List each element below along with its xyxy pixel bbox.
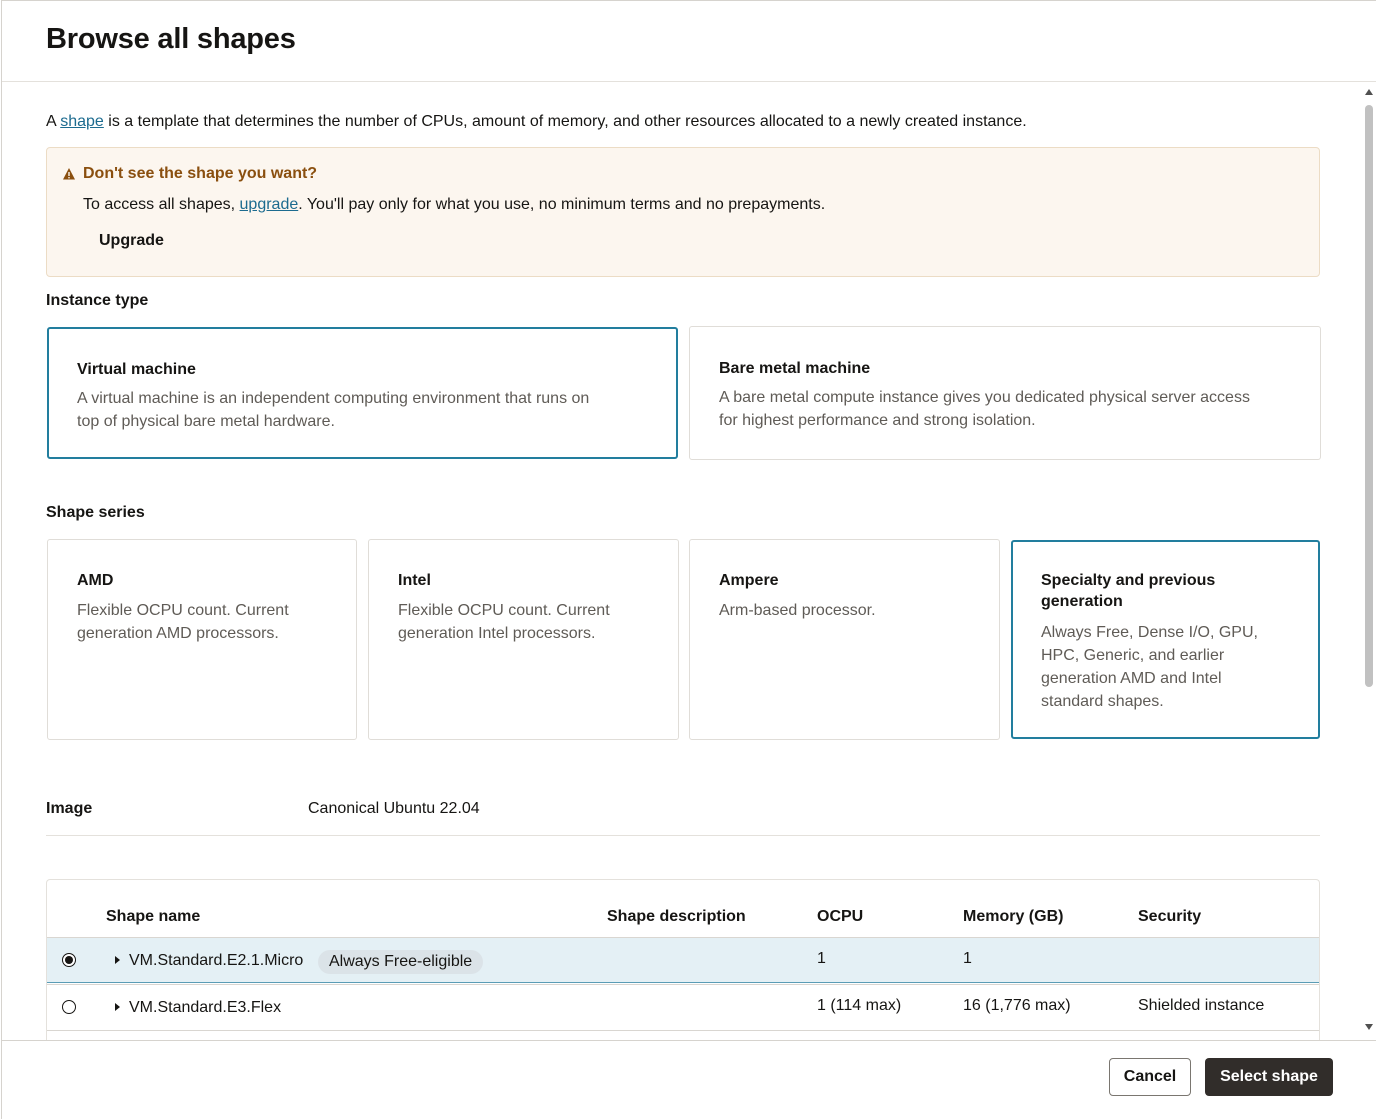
select-shape-button[interactable]: Select shape bbox=[1205, 1058, 1333, 1096]
card-description-line4: standard shapes. bbox=[1041, 693, 1164, 710]
security-cell: Shielded instance bbox=[1138, 997, 1265, 1014]
instance-type-label: Instance type bbox=[46, 292, 149, 309]
scrollbar-thumb[interactable] bbox=[1365, 105, 1373, 687]
column-header-shape-description[interactable]: Shape description bbox=[607, 908, 746, 926]
card-description-line2: for highest performance and strong isola… bbox=[719, 412, 1036, 429]
panel-footer: Cancel Select shape bbox=[2, 1040, 1376, 1120]
warning-text-suffix: . You'll pay only for what you use, no m… bbox=[298, 196, 826, 213]
image-value: Canonical Ubuntu 22.04 bbox=[308, 800, 480, 817]
shape-series-card-ampere[interactable]: Ampere Arm-based processor. bbox=[689, 539, 1000, 740]
row-radio-button[interactable] bbox=[62, 1000, 76, 1014]
instance-type-card-virtual-machine[interactable]: Virtual machine A virtual machine is an … bbox=[47, 327, 678, 459]
page-title: Browse all shapes bbox=[46, 23, 296, 55]
card-title: AMD bbox=[77, 572, 114, 589]
memory-cell: 16 (1,776 max) bbox=[963, 997, 1071, 1014]
column-header-ocpu[interactable]: OCPU bbox=[817, 908, 863, 926]
browse-shapes-panel: Browse all shapes A shape is a template … bbox=[1, 0, 1376, 1120]
table-row[interactable]: VM.Standard.E3.Flex 1 (114 max) 16 (1,77… bbox=[47, 984, 1319, 1030]
expand-row-icon[interactable] bbox=[115, 1003, 120, 1011]
row-radio-button[interactable] bbox=[62, 953, 76, 967]
intro-suffix: is a template that determines the number… bbox=[103, 113, 1027, 130]
scroll-up-arrow-icon[interactable] bbox=[1365, 89, 1373, 95]
column-header-shape-name[interactable]: Shape name bbox=[106, 908, 200, 926]
column-header-security[interactable]: Security bbox=[1138, 908, 1201, 926]
warning-triangle-icon bbox=[63, 168, 75, 180]
table-row[interactable]: VM.Standard.E2.1.Micro Always Free-eligi… bbox=[47, 937, 1319, 983]
card-description-line3: generation AMD and Intel bbox=[1041, 670, 1222, 687]
card-title: Bare metal machine bbox=[719, 360, 871, 377]
vertical-scrollbar[interactable] bbox=[1362, 87, 1376, 1035]
upgrade-link[interactable]: upgrade bbox=[240, 196, 299, 213]
image-label: Image bbox=[46, 800, 93, 817]
card-title: Intel bbox=[398, 572, 431, 589]
scroll-down-arrow-icon[interactable] bbox=[1365, 1024, 1373, 1030]
column-header-memory[interactable]: Memory (GB) bbox=[963, 908, 1063, 926]
upgrade-warning-banner: Don't see the shape you want? To access … bbox=[46, 147, 1320, 277]
card-description-line1: A bare metal compute instance gives you … bbox=[719, 389, 1250, 406]
always-free-badge: Always Free-eligible bbox=[318, 950, 484, 974]
intro-text: A shape is a template that determines th… bbox=[46, 113, 1027, 131]
card-description-line2: generation AMD processors. bbox=[77, 625, 279, 642]
upgrade-button[interactable]: Upgrade bbox=[87, 228, 176, 254]
shape-series-card-amd[interactable]: AMD Flexible OCPU count. Current generat… bbox=[47, 539, 357, 740]
expand-row-icon[interactable] bbox=[115, 956, 120, 964]
shape-series-card-intel[interactable]: Intel Flexible OCPU count. Current gener… bbox=[368, 539, 679, 740]
card-description-line2: generation Intel processors. bbox=[398, 625, 596, 642]
shape-name-cell: VM.Standard.E2.1.Micro bbox=[129, 952, 304, 969]
ocpu-cell: 1 bbox=[817, 950, 826, 967]
shape-series-card-specialty[interactable]: Specialty and previous generation Always… bbox=[1011, 540, 1320, 739]
card-description-line1: Arm-based processor. bbox=[719, 602, 876, 619]
card-title: Ampere bbox=[719, 572, 779, 589]
warning-title: Don't see the shape you want? bbox=[83, 165, 318, 182]
card-description-line2: top of physical bare metal hardware. bbox=[77, 413, 335, 430]
ocpu-cell: 1 (114 max) bbox=[817, 997, 902, 1014]
table-row-partial[interactable] bbox=[47, 1030, 1319, 1040]
shape-help-link[interactable]: shape bbox=[60, 113, 104, 130]
image-summary-row: Image Canonical Ubuntu 22.04 bbox=[46, 792, 1320, 836]
shape-series-label: Shape series bbox=[46, 504, 145, 521]
warning-text: To access all shapes, upgrade. You'll pa… bbox=[83, 196, 825, 214]
warning-text-prefix: To access all shapes, bbox=[83, 196, 240, 213]
card-description-line1: Flexible OCPU count. Current bbox=[398, 602, 610, 619]
shapes-table: Shape name Shape description OCPU Memory… bbox=[46, 879, 1320, 1040]
panel-header: Browse all shapes bbox=[2, 1, 1376, 82]
card-title-line2: generation bbox=[1041, 593, 1123, 610]
cancel-button[interactable]: Cancel bbox=[1109, 1058, 1191, 1096]
card-description-line1: Flexible OCPU count. Current bbox=[77, 602, 289, 619]
memory-cell: 1 bbox=[963, 950, 972, 967]
card-description-line1: A virtual machine is an independent comp… bbox=[77, 390, 590, 407]
panel-content[interactable]: A shape is a template that determines th… bbox=[2, 82, 1362, 1040]
card-description-line2: HPC, Generic, and earlier bbox=[1041, 647, 1225, 664]
card-description-line1: Always Free, Dense I/O, GPU, bbox=[1041, 624, 1258, 641]
instance-type-card-bare-metal[interactable]: Bare metal machine A bare metal compute … bbox=[689, 326, 1321, 460]
card-title: Virtual machine bbox=[77, 361, 196, 378]
shape-name-cell: VM.Standard.E3.Flex bbox=[129, 999, 282, 1016]
intro-prefix: A bbox=[46, 113, 61, 130]
card-title-line1: Specialty and previous bbox=[1041, 572, 1216, 589]
